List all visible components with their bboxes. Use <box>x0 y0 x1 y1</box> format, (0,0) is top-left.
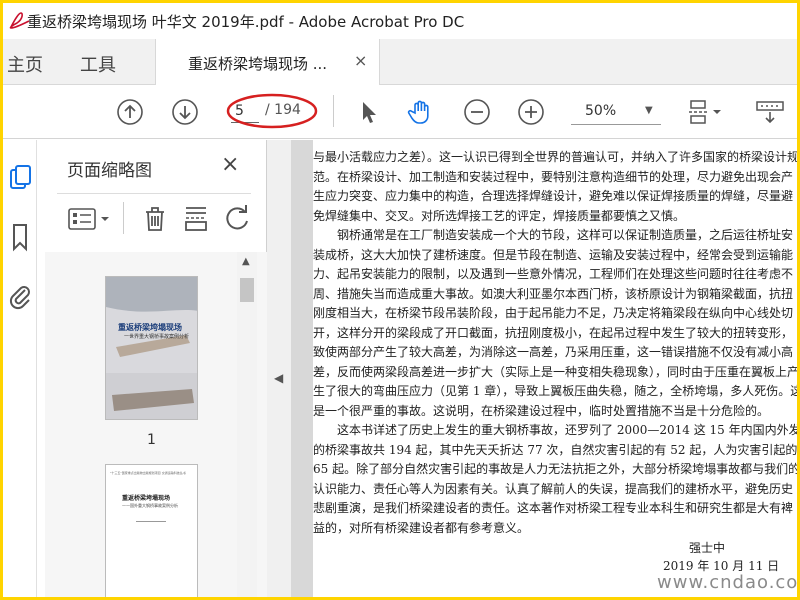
document-line: 生了很大的弯曲压应力（见第 1 章），导致上翼板压曲失稳，随之，全桥垮塌，多人死… <box>313 384 797 398</box>
thumbnail-page-number: 1 <box>147 432 156 448</box>
thumbnail-rule <box>136 521 166 522</box>
select-cursor-icon[interactable] <box>355 98 383 126</box>
zoom-value: 50% <box>585 103 617 119</box>
scroll-up-icon[interactable]: ▲ <box>242 256 250 267</box>
panel-divider <box>57 193 251 194</box>
page-thumbnail-1[interactable]: 重返桥梁垮塌现场 一世界重大钢桥事故案例分析 <box>105 276 198 420</box>
page-thumbnail-2[interactable]: "十三五"国家重点出版物出版规划项目 交通运输科技丛书 重返桥梁垮塌现场 ——国… <box>105 464 198 597</box>
document-line: 钢桥通常是在工厂制造安装成一个大的节段，这样可以保证制造质量，之后运往桥址安 <box>313 228 794 242</box>
cover-image <box>106 277 197 419</box>
bookmarks-icon[interactable] <box>7 222 33 252</box>
toolbar: / 194 50% ▼ <box>3 85 797 139</box>
panel-separator <box>123 202 124 234</box>
document-line: 力、起吊安装能力的限制，以及遇到一些意外情况，工程师们在处理这些问题时往往考虑不 <box>313 267 794 281</box>
thumbnail-header-text: "十三五"国家重点出版物出版规划项目 交通运输科技丛书 <box>110 471 186 475</box>
rotate-icon[interactable] <box>223 204 253 234</box>
left-rail <box>3 140 37 597</box>
watermark-text: www.cndao.com <box>657 572 797 593</box>
document-line: 悲剧重演，是我们桥梁建设者的责任。这本著作对桥梁工程专业本科生和研究生都是大有裨 <box>313 501 794 515</box>
document-view: 与最小活载应力之差）。这一认识已得到全世界的普遍认可，并纳入了许多国家的桥梁设计… <box>313 140 797 597</box>
document-line: 益的，对所有桥梁建设者都有参考意义。 <box>313 520 530 535</box>
document-line: 是一个很严重的事故。这说明，在桥梁建设过程中，临时处置措施不当是十分危险的。 <box>313 403 770 418</box>
document-line: 刚度相当大，在桥梁节段吊装阶段，由于起吊能力不足，乃决定将箱梁段在纵向中心线处切 <box>313 306 794 320</box>
extract-pages-icon[interactable] <box>182 204 210 234</box>
tab-close-button[interactable]: × <box>354 51 367 70</box>
zoom-in-icon[interactable] <box>517 98 545 126</box>
toolbar-separator <box>333 95 334 127</box>
tab-document[interactable]: 重返桥梁垮塌现场 ... × <box>155 39 380 85</box>
thumbnail-list: 重返桥梁垮塌现场 一世界重大钢桥事故案例分析 1 "十三五"国家重点出版物出版规… <box>45 252 267 597</box>
tab-home[interactable]: 主页 <box>7 51 43 77</box>
thumbnail-subtitle-text: ——国外重大钢桥事故案例分析 <box>122 503 178 508</box>
page-display-icon[interactable] <box>687 98 727 126</box>
document-line: 的桥梁事故共 194 起，其中先天夭折达 77 次，自然灾害引起的有 52 起，… <box>313 442 797 457</box>
document-line: 装成桥，这大大加快了建桥速度。但是节段在制造、运输及安装过程中，经常会受到运输能 <box>313 247 794 262</box>
document-signature: 强士中 <box>689 541 726 555</box>
annotation-ellipse <box>226 93 318 129</box>
attachments-icon[interactable] <box>7 280 33 310</box>
thumbnail-scrollbar[interactable]: ▲ <box>237 252 257 597</box>
document-line: 免焊缝集中、交叉。对所选焊接工艺的评定，焊接质量都要慎之又慎。 <box>313 208 686 223</box>
window-title: 重返桥梁垮塌现场 叶华文 2019年.pdf - Adobe Acrobat P… <box>27 13 465 31</box>
collapse-panel-icon[interactable]: ◀ <box>274 371 283 385</box>
read-mode-icon[interactable] <box>755 98 785 126</box>
document-line: 开，这样分开的梁段成了开口截面，抗扭刚度极小，在起吊过程中发生了较大的扭转变形， <box>313 325 794 340</box>
cover-title: 重返桥梁垮塌现场 <box>118 323 182 332</box>
thumbnail-title-text: 重返桥梁垮塌现场 <box>122 495 171 502</box>
panel-toolbar <box>37 198 267 242</box>
document-line: 生应力突变、应力集中的构造，合理选择焊缝设计，避免难以保证焊接质量的焊缝，尽量避 <box>313 189 794 203</box>
zoom-out-icon[interactable] <box>463 98 491 126</box>
panel-title: 页面缩略图 <box>67 161 152 181</box>
document-body: 与最小活载应力之差）。这一认识已得到全世界的普遍认可，并纳入了许多国家的桥梁设计… <box>313 148 797 538</box>
document-line: 致使两部分产生了较大高差，为消除这一高差，乃采用压重，这一错误措施不仅没有减小高 <box>313 345 794 359</box>
tab-bar: 主页 工具 重返桥梁垮塌现场 ... × <box>3 39 797 85</box>
document-line: 65 起。除了部分自然灾害引起的事故是人力无法抗拒之外，大部分桥梁垮塌事故都与我… <box>313 462 797 476</box>
thumbnail-panel: 页面缩略图 × 重返桥梁垮塌现场 一世界重大钢桥事故案例分析 1 "十三五"国家… <box>37 140 267 597</box>
title-bar: 重返桥梁垮塌现场 叶华文 2019年.pdf - Adobe Acrobat P… <box>3 3 797 39</box>
thumbnail-options-icon[interactable] <box>67 204 113 234</box>
document-line: 周、措施失当而造成重大事故。如澳大利亚墨尔本西门桥，该桥原设计为钢箱梁截面，抗扭 <box>313 286 794 301</box>
acrobat-window: 重返桥梁垮塌现场 叶华文 2019年.pdf - Adobe Acrobat P… <box>3 3 797 597</box>
cover-subtitle: 一世界重大钢桥事故案例分析 <box>124 334 190 340</box>
chevron-down-icon: ▼ <box>645 105 653 116</box>
document-line: 范。在桥梁设计、加工制造和安装过程中，要特别注意构造细节的处理，尽力避免出现会产 <box>313 169 794 184</box>
zoom-dropdown[interactable]: 50% ▼ <box>571 99 661 125</box>
tab-tools[interactable]: 工具 <box>80 51 116 77</box>
previous-page-icon[interactable] <box>116 98 144 126</box>
delete-icon[interactable] <box>141 204 169 234</box>
tab-document-label: 重返桥梁垮塌现场 ... <box>188 55 328 73</box>
panel-close-button[interactable]: × <box>221 152 239 177</box>
document-gutter <box>291 140 313 597</box>
panel-splitter[interactable]: ◀ <box>267 140 291 597</box>
scrollbar-thumb[interactable] <box>240 278 254 302</box>
document-line: 差，反而使两梁段高差进一步扩大（实际上是一种变相失稳现象），同时由于压重在翼板上… <box>313 364 797 379</box>
hand-tool-icon[interactable] <box>407 98 435 126</box>
document-line: 认识能力、责任心等人为因素有关。认真了解前人的失误，提高我们的建桥水平，避免历史 <box>313 481 794 496</box>
document-line: 与最小活载应力之差）。这一认识已得到全世界的普遍认可，并纳入了许多国家的桥梁设计… <box>313 150 797 164</box>
document-line: 这本书详述了历史上发生的重大钢桥事故，还罗列了 2000—2014 这 15 年… <box>313 423 797 437</box>
next-page-icon[interactable] <box>171 98 199 126</box>
page-thumbnails-icon[interactable] <box>7 164 33 194</box>
